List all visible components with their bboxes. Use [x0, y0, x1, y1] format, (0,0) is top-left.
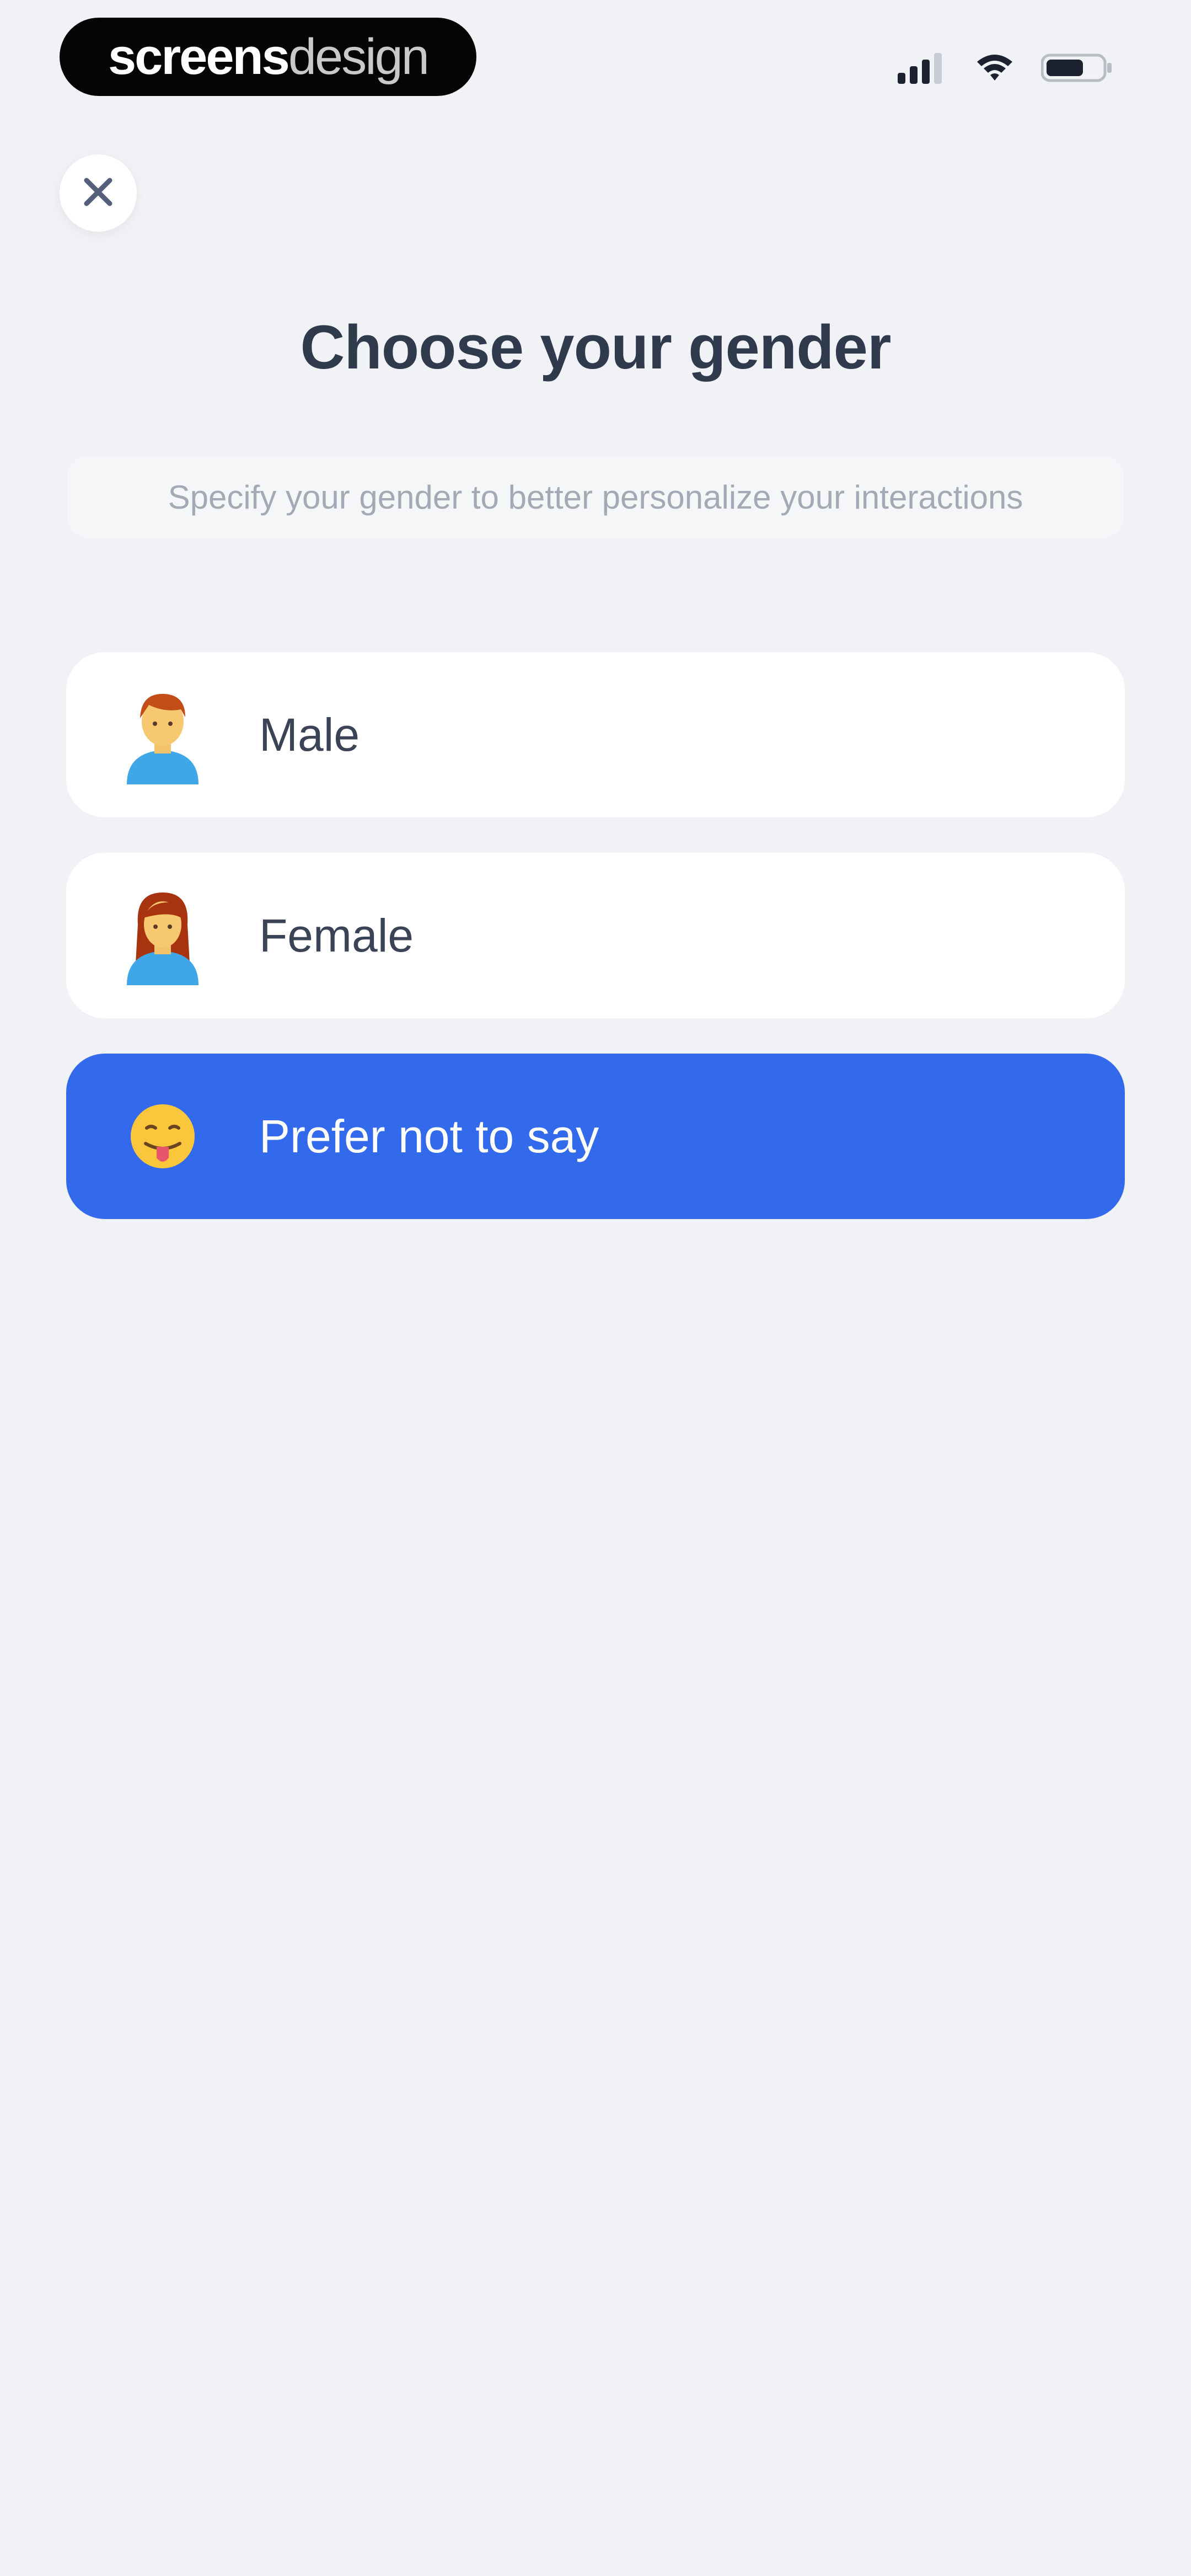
brand-logo-strong: screens — [108, 29, 290, 85]
option-prefer-not-to-say-label: Prefer not to say — [259, 1110, 599, 1162]
woman-emoji-icon — [121, 883, 204, 988]
option-male-label: Male — [259, 708, 360, 761]
status-bar: screensdesign — [0, 0, 1191, 116]
status-icons — [898, 45, 1114, 89]
option-prefer-not-to-say[interactable]: Prefer not to say — [66, 1054, 1125, 1219]
brand-logo-pill: screensdesign — [60, 18, 476, 96]
wifi-icon — [975, 51, 1015, 84]
face-with-tongue-emoji-icon — [121, 1084, 204, 1189]
close-button[interactable] — [60, 154, 137, 232]
man-emoji-icon — [121, 682, 204, 787]
option-male[interactable]: Male — [66, 652, 1125, 817]
gender-option-list: Male Female Prefer not to say — [66, 652, 1125, 1254]
page-subtitle: Specify your gender to better personaliz… — [168, 478, 1023, 516]
brand-logo: screensdesign — [108, 29, 430, 85]
cellular-signal-icon — [898, 51, 948, 84]
page-title: Choose your gender — [300, 313, 891, 382]
battery-icon — [1041, 51, 1114, 84]
option-female[interactable]: Female — [66, 853, 1125, 1018]
subtitle-box: Specify your gender to better personaliz… — [67, 456, 1124, 538]
option-female-label: Female — [259, 909, 414, 961]
brand-logo-light: design — [288, 29, 430, 85]
close-icon — [82, 176, 114, 211]
